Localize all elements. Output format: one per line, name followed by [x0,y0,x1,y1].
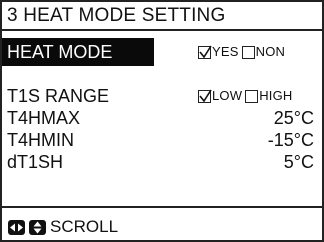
scroll-hint: SCROLL [8,217,118,237]
checkbox-unchecked-icon [245,89,259,103]
option-label-high: HIGH [259,88,293,103]
setting-row-t4hmin[interactable]: T4HMIN -15°C [2,129,322,151]
option-label-yes: YES [212,44,239,59]
setting-label-t4hmax: T4HMAX [7,108,81,128]
setting-label-heat-mode: HEAT MODE [2,38,154,66]
checkbox-checked-icon [198,89,212,103]
setting-row-t1s-range[interactable]: T1S RANGE LOW HIGH [2,85,322,107]
setting-label-t1s-range: T1S RANGE [7,86,110,106]
heat-mode-options: YES NON [198,38,285,66]
option-label-non: NON [255,44,286,59]
scroll-label: SCROLL [50,217,119,236]
setting-value-t4hmax: 25°C [273,108,314,128]
setting-label-t4hmin: T4HMIN [7,130,74,150]
setting-row-t4hmax[interactable]: T4HMAX 25°C [2,107,322,129]
option-label-low: LOW [212,88,243,103]
option-t1s-range-high[interactable]: HIGH [245,85,292,107]
setting-row-heat-mode[interactable]: HEAT MODE YES NON [2,38,322,66]
checkbox-checked-icon [198,45,212,59]
up-down-arrow-key-icon [29,219,46,235]
setting-value-dt1sh: 5°C [283,152,314,172]
lcd-screen: 3 HEAT MODE SETTING HEAT MODE YES NON T1… [0,0,324,242]
option-heat-mode-yes[interactable]: YES [198,38,239,66]
setting-label-dt1sh: dT1SH [7,152,64,172]
setting-row-dt1sh[interactable]: dT1SH 5°C [2,151,322,173]
option-t1s-range-low[interactable]: LOW [198,85,242,107]
t1s-range-options: LOW HIGH [198,85,293,107]
footer-bar: SCROLL [2,206,322,240]
left-right-arrow-key-icon [8,219,25,235]
setting-value-t4hmin: -15°C [267,130,314,150]
checkbox-unchecked-icon [241,45,255,59]
option-heat-mode-non[interactable]: NON [241,38,286,66]
page-title: 3 HEAT MODE SETTING [2,2,322,31]
